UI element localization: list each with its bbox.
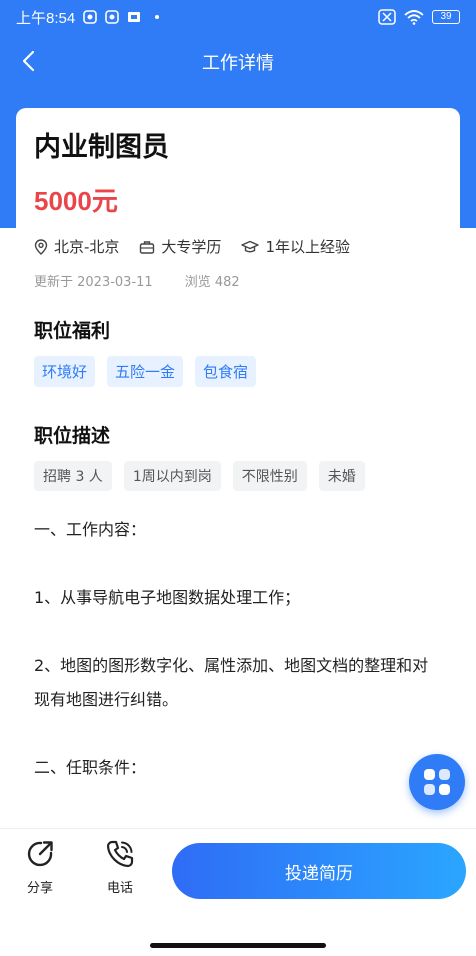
requirement-tag: 不限性别: [232, 461, 307, 491]
notification-icon: [83, 10, 98, 24]
apply-resume-button[interactable]: 投递简历: [172, 843, 466, 899]
requirement-tag: 招聘 3 人: [34, 461, 112, 491]
education-text: 大专学历: [161, 238, 222, 256]
graduation-cap-icon: [241, 240, 260, 252]
status-time: 上午8:54: [16, 9, 76, 27]
chevron-left-icon: [22, 50, 35, 72]
experience-text: 1年以上经验: [265, 238, 350, 256]
description-line: 1、从事导航电子地图数据处理工作；: [34, 588, 301, 607]
description-body: 一、工作内容： 1、从事导航电子地图数据处理工作； 2、地图的图形数字化、属性添…: [34, 513, 442, 785]
home-indicator[interactable]: [150, 943, 326, 948]
description-line: 一、工作内容：: [34, 520, 147, 539]
battery-indicator: 39: [432, 10, 460, 24]
education-info: 大专学历: [139, 236, 221, 257]
benefit-tag: 包食宿: [195, 356, 257, 387]
job-detail-card: 内业制图员 5000元 北京-北京 大专学历 1年以上经验 更新于 2023-0…: [16, 108, 460, 828]
more-notifications-dot: [155, 15, 160, 19]
share-button[interactable]: 分享: [14, 839, 66, 896]
status-bar: 上午8:54 39: [0, 0, 476, 34]
benefit-tag: 环境好: [34, 356, 96, 387]
app-notification-icon: [128, 12, 141, 22]
job-title: 内业制图员: [34, 132, 169, 163]
grid-apps-icon: [424, 769, 450, 795]
share-icon: [27, 841, 53, 867]
wifi-icon: [404, 10, 424, 25]
sim-off-icon: [378, 9, 396, 25]
requirement-tag: 未婚: [318, 461, 365, 491]
description-line: 2、地图的图形数字化、属性添加、地图文档的整理和对现有地图进行纠错。: [34, 656, 429, 709]
benefit-tag: 五险一金: [107, 356, 184, 387]
location-text: 北京-北京: [54, 238, 120, 256]
notification-icon: [105, 10, 120, 24]
phone-button[interactable]: 电话: [94, 839, 146, 896]
page-title: 工作详情: [202, 53, 274, 74]
location-info: 北京-北京: [34, 236, 119, 257]
requirement-tags: 招聘 3 人 1周以内到岗 不限性别 未婚: [34, 461, 442, 491]
experience-info: 1年以上经验: [241, 236, 350, 257]
description-title: 职位描述: [34, 425, 111, 447]
benefits-title: 职位福利: [34, 320, 111, 342]
phone-label: 电话: [106, 881, 133, 896]
benefit-tags: 环境好 五险一金 包食宿: [34, 356, 442, 387]
requirement-tag: 1周以内到岗: [123, 461, 221, 491]
description-line: 二、任职条件：: [34, 758, 147, 777]
floating-menu-button[interactable]: [409, 754, 465, 810]
back-button[interactable]: [14, 46, 42, 76]
job-meta: 北京-北京 大专学历 1年以上经验: [34, 236, 442, 257]
briefcase-icon: [140, 240, 155, 254]
location-pin-icon: [34, 238, 48, 255]
share-label: 分享: [26, 881, 53, 896]
bottom-action-bar: 分享 电话 投递简历: [0, 828, 476, 956]
updated-date: 更新于 2023-03-11: [34, 275, 153, 290]
phone-icon: [106, 840, 134, 868]
nav-bar: 工作详情: [0, 34, 476, 90]
job-stats: 更新于 2023-03-11 浏览 482: [34, 271, 442, 290]
view-count: 浏览 482: [184, 275, 240, 290]
job-salary: 5000元: [34, 186, 118, 216]
